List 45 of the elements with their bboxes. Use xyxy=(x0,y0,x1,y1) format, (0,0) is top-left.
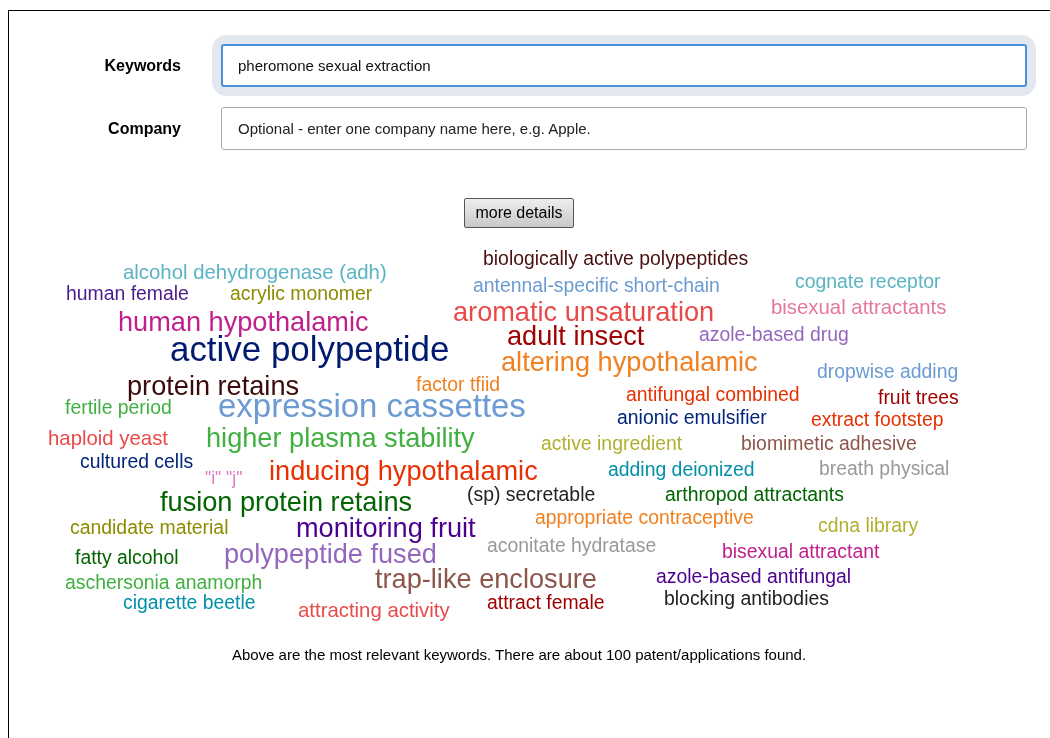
results-summary: Above are the most relevant keywords. There are about 100 patent/applications found. xyxy=(230,646,808,663)
keyword[interactable]: (sp) secretable xyxy=(467,483,596,506)
keyword[interactable]: monitoring fruit xyxy=(296,511,476,543)
keyword[interactable]: human female xyxy=(66,282,189,305)
input-field[interactable]: Optional - enter one company name here, e.g. Apple. xyxy=(221,107,1027,150)
keyword[interactable]: attract female xyxy=(487,591,605,614)
keyword[interactable]: acrylic monomer xyxy=(230,282,373,305)
keyword[interactable]: aconitate hydratase xyxy=(487,534,657,557)
keyword[interactable]: cognate receptor xyxy=(795,270,941,293)
keyword[interactable]: human hypothalamic xyxy=(118,305,369,337)
keyword[interactable]: cultured cells xyxy=(80,450,194,473)
keyword[interactable]: fruit trees xyxy=(878,386,959,409)
field-label: Company xyxy=(108,119,182,138)
keyword[interactable]: "i" "j" xyxy=(205,467,243,488)
keyword[interactable]: aschersonia anamorph xyxy=(65,571,263,594)
keyword[interactable]: breath physical xyxy=(819,457,950,480)
keyword[interactable]: adding deionized xyxy=(608,458,755,481)
keyword[interactable]: bisexual attractant xyxy=(722,540,880,563)
keyword[interactable]: biomimetic adhesive xyxy=(741,432,917,455)
keyword[interactable]: arthropod attractants xyxy=(665,483,844,506)
keyword[interactable]: azole-based drug xyxy=(699,323,849,346)
keyword[interactable]: inducing hypothalamic xyxy=(269,454,538,486)
keyword[interactable]: attracting activity xyxy=(298,598,450,623)
input-field[interactable]: pheromone sexual extraction xyxy=(221,44,1027,87)
keyword[interactable]: antennal-specific short-chain xyxy=(473,274,720,297)
keyword[interactable]: azole-based antifungal xyxy=(656,565,852,588)
more-details-button[interactable]: more details xyxy=(464,198,574,228)
field-label: Keywords xyxy=(104,56,182,75)
keyword[interactable]: factor tfiid xyxy=(416,373,501,396)
keyword[interactable]: biologically active polypeptides xyxy=(483,247,749,270)
keyword[interactable]: anionic emulsifier xyxy=(617,406,767,429)
keyword[interactable]: haploid yeast xyxy=(48,426,168,451)
keyword[interactable]: alcohol dehydrogenase (adh) xyxy=(123,260,387,285)
keyword[interactable]: fatty alcohol xyxy=(75,546,179,569)
keyword[interactable]: active ingredient xyxy=(541,432,683,455)
keyword[interactable]: bisexual attractants xyxy=(771,295,947,320)
keyword[interactable]: dropwise adding xyxy=(817,360,959,383)
keyword[interactable]: trap-like enclosure xyxy=(375,562,597,594)
keyword[interactable]: appropriate contraceptive xyxy=(535,506,754,529)
keyword[interactable]: candidate material xyxy=(70,516,229,539)
keyword[interactable]: antifungal combined xyxy=(626,383,800,406)
keyword[interactable]: altering hypothalamic xyxy=(501,345,758,377)
keyword[interactable]: extract footstep xyxy=(811,408,944,431)
keyword[interactable]: cdna library xyxy=(818,514,919,537)
keyword[interactable]: blocking antibodies xyxy=(664,587,829,610)
